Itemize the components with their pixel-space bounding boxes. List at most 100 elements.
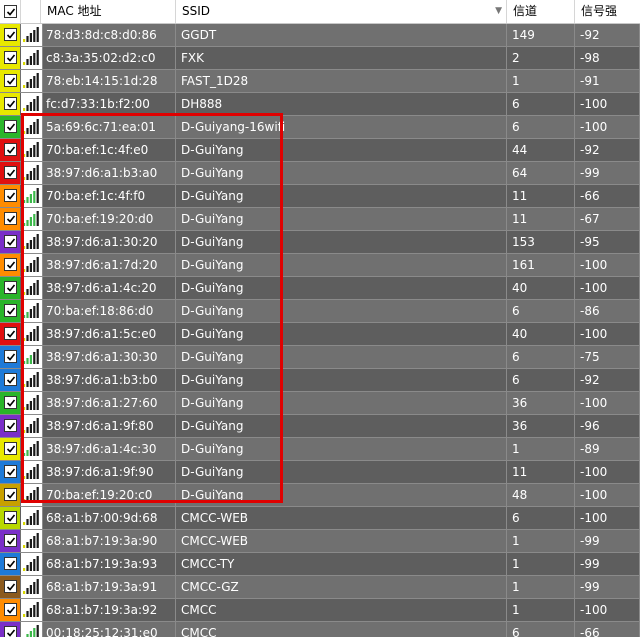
- table-row[interactable]: c8:3a:35:02:d2:c0 FXK 2 -98: [0, 47, 640, 70]
- row-color-cell: [0, 461, 20, 483]
- channel-cell: 1: [507, 530, 575, 552]
- row-checkbox[interactable]: [4, 442, 17, 455]
- table-row[interactable]: 38:97:d6:a1:30:30 D-GuiYang 6 -75: [0, 346, 640, 369]
- row-checkbox[interactable]: [4, 557, 17, 570]
- table-row[interactable]: 38:97:d6:a1:5c:e0 D-GuiYang 40 -100: [0, 323, 640, 346]
- row-checkbox[interactable]: [4, 258, 17, 271]
- row-checkbox[interactable]: [4, 373, 17, 386]
- table-row[interactable]: 68:a1:b7:19:3a:92 CMCC 1 -100: [0, 599, 640, 622]
- row-checkbox[interactable]: [4, 304, 17, 317]
- ssid-cell: D-GuiYang: [176, 323, 507, 345]
- table-row[interactable]: 38:97:d6:a1:9f:90 D-GuiYang 11 -100: [0, 461, 640, 484]
- row-checkbox[interactable]: [4, 396, 17, 409]
- mac-column-header[interactable]: MAC 地址: [41, 0, 176, 23]
- row-checkbox[interactable]: [4, 465, 17, 478]
- check-icon: [6, 192, 16, 200]
- table-row[interactable]: 38:97:d6:a1:b3:b0 D-GuiYang 6 -92: [0, 369, 640, 392]
- signal-cell: -96: [575, 415, 640, 437]
- table-row[interactable]: 70:ba:ef:18:86:d0 D-GuiYang 6 -86: [0, 300, 640, 323]
- row-checkbox[interactable]: [4, 511, 17, 524]
- row-checkbox[interactable]: [4, 212, 17, 225]
- mac-cell: 68:a1:b7:19:3a:92: [41, 599, 176, 621]
- table-row[interactable]: 70:ba:ef:19:20:c0 D-GuiYang 48 -100: [0, 484, 640, 507]
- signal-strength-icon: [21, 231, 43, 253]
- check-icon: [6, 537, 16, 545]
- signal-strength-icon: [21, 461, 43, 483]
- row-checkbox[interactable]: [4, 189, 17, 202]
- table-row[interactable]: 78:d3:8d:c8:d0:86 GGDT 149 -92: [0, 24, 640, 47]
- table-row[interactable]: 38:97:d6:a1:9f:80 D-GuiYang 36 -96: [0, 415, 640, 438]
- signal-strength-icon: [21, 162, 43, 184]
- check-icon: [6, 399, 16, 407]
- check-icon: [6, 560, 16, 568]
- signal-icon-column-header[interactable]: [21, 0, 41, 23]
- wifi-network-grid: MAC 地址 SSID ▼ 信道 信号强 78:d3:8d:c8:d0:86 GG…: [0, 0, 640, 637]
- table-row[interactable]: 68:a1:b7:19:3a:91 CMCC-GZ 1 -99: [0, 576, 640, 599]
- ssid-cell: FAST_1D28: [176, 70, 507, 92]
- table-row[interactable]: 68:a1:b7:19:3a:93 CMCC-TY 1 -99: [0, 553, 640, 576]
- signal-strength-icon: [21, 369, 43, 391]
- ssid-column-header[interactable]: SSID ▼: [176, 0, 507, 23]
- ssid-cell: D-GuiYang: [176, 231, 507, 253]
- mac-cell: 70:ba:ef:1c:4f:f0: [41, 185, 176, 207]
- table-row[interactable]: 00:18:25:12:31:e0 CMCC 6 -66: [0, 622, 640, 637]
- signal-strength-icon: [21, 438, 43, 460]
- channel-cell: 11: [507, 461, 575, 483]
- table-row[interactable]: 38:97:d6:a1:b3:a0 D-GuiYang 64 -99: [0, 162, 640, 185]
- table-row[interactable]: 68:a1:b7:19:3a:90 CMCC-WEB 1 -99: [0, 530, 640, 553]
- row-checkbox[interactable]: [4, 74, 17, 87]
- row-checkbox[interactable]: [4, 235, 17, 248]
- check-icon: [6, 261, 16, 269]
- check-icon: [6, 422, 16, 430]
- row-checkbox[interactable]: [4, 580, 17, 593]
- row-checkbox[interactable]: [4, 120, 17, 133]
- table-row[interactable]: 70:ba:ef:19:20:d0 D-GuiYang 11 -67: [0, 208, 640, 231]
- mac-cell: 38:97:d6:a1:27:60: [41, 392, 176, 414]
- row-checkbox[interactable]: [4, 534, 17, 547]
- channel-cell: 1: [507, 553, 575, 575]
- table-row[interactable]: 68:a1:b7:00:9d:68 CMCC-WEB 6 -100: [0, 507, 640, 530]
- row-checkbox[interactable]: [4, 350, 17, 363]
- table-row[interactable]: 38:97:d6:a1:7d:20 D-GuiYang 161 -100: [0, 254, 640, 277]
- row-checkbox[interactable]: [4, 166, 17, 179]
- ssid-cell: D-Guiyang-16wifi: [176, 116, 507, 138]
- signal-cell: -75: [575, 346, 640, 368]
- ssid-cell: D-GuiYang: [176, 139, 507, 161]
- table-row[interactable]: 70:ba:ef:1c:4f:f0 D-GuiYang 11 -66: [0, 185, 640, 208]
- ssid-cell: GGDT: [176, 24, 507, 46]
- table-row[interactable]: 38:97:d6:a1:4c:20 D-GuiYang 40 -100: [0, 277, 640, 300]
- row-color-cell: [0, 576, 20, 598]
- table-row[interactable]: fc:d7:33:1b:f2:00 DH888 6 -100: [0, 93, 640, 116]
- ssid-cell: CMCC-GZ: [176, 576, 507, 598]
- select-all-checkbox[interactable]: [4, 5, 17, 18]
- channel-column-header[interactable]: 信道: [507, 0, 575, 23]
- row-checkbox[interactable]: [4, 603, 17, 616]
- ssid-cell: D-GuiYang: [176, 484, 507, 506]
- table-row[interactable]: 38:97:d6:a1:27:60 D-GuiYang 36 -100: [0, 392, 640, 415]
- row-checkbox[interactable]: [4, 143, 17, 156]
- mac-cell: 38:97:d6:a1:4c:20: [41, 277, 176, 299]
- signal-cell: -100: [575, 323, 640, 345]
- ssid-cell: D-GuiYang: [176, 369, 507, 391]
- row-color-cell: [0, 254, 20, 276]
- row-checkbox[interactable]: [4, 327, 17, 340]
- table-row[interactable]: 5a:69:6c:71:ea:01 D-Guiyang-16wifi 6 -100: [0, 116, 640, 139]
- row-checkbox[interactable]: [4, 419, 17, 432]
- table-row[interactable]: 70:ba:ef:1c:4f:e0 D-GuiYang 44 -92: [0, 139, 640, 162]
- signal-strength-icon: [21, 185, 43, 207]
- table-row[interactable]: 78:eb:14:15:1d:28 FAST_1D28 1 -91: [0, 70, 640, 93]
- table-row[interactable]: 38:97:d6:a1:30:20 D-GuiYang 153 -95: [0, 231, 640, 254]
- row-color-cell: [0, 392, 20, 414]
- ssid-column-label: SSID: [182, 4, 211, 18]
- row-checkbox[interactable]: [4, 97, 17, 110]
- row-checkbox[interactable]: [4, 51, 17, 64]
- signal-column-header[interactable]: 信号强: [575, 0, 640, 23]
- check-icon: [6, 583, 16, 591]
- signal-cell: -92: [575, 24, 640, 46]
- row-checkbox[interactable]: [4, 626, 17, 637]
- row-checkbox[interactable]: [4, 28, 17, 41]
- ssid-cell: D-GuiYang: [176, 392, 507, 414]
- row-checkbox[interactable]: [4, 281, 17, 294]
- row-checkbox[interactable]: [4, 488, 17, 501]
- table-row[interactable]: 38:97:d6:a1:4c:30 D-GuiYang 1 -89: [0, 438, 640, 461]
